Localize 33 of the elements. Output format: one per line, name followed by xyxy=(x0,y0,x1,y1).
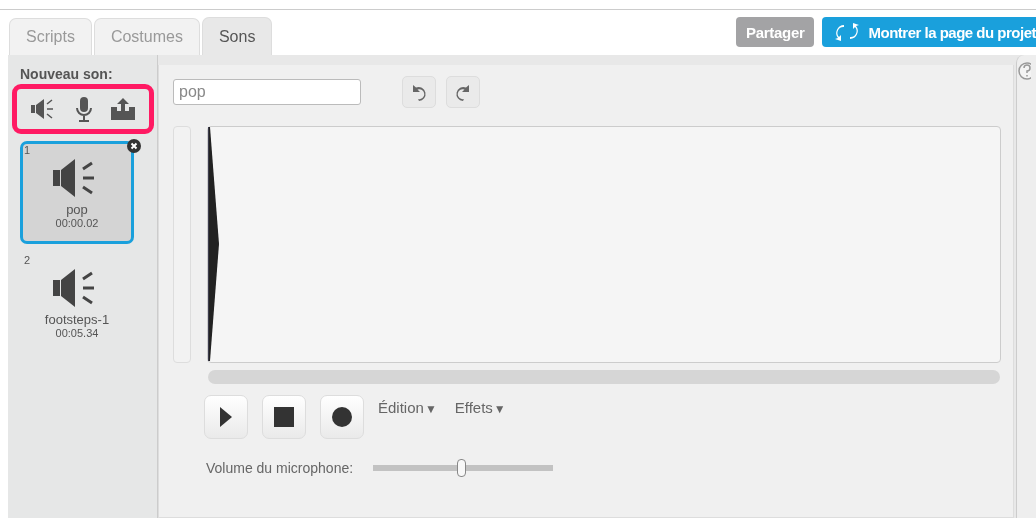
menu-button[interactable]: Effets▼ xyxy=(454,399,506,416)
record-button[interactable] xyxy=(320,395,364,439)
new-sound-label: Nouveau son: xyxy=(20,66,113,82)
sound-name: pop xyxy=(66,202,88,217)
undo-icon xyxy=(410,83,428,101)
sound-duration: 00:00.02 xyxy=(55,217,99,229)
redo-button[interactable] xyxy=(446,76,480,108)
sound-item[interactable]: 2 footsteps-1 00:05.34 xyxy=(20,251,134,354)
sound-index: 1 xyxy=(24,144,31,156)
sound-name-field[interactable]: pop xyxy=(173,79,361,105)
menu-button[interactable]: Édition▼ xyxy=(378,399,437,416)
tab[interactable]: Scripts xyxy=(9,18,92,55)
volume-label: Volume du microphone: xyxy=(206,460,354,476)
sound-item[interactable]: 1 pop 00:00.02 xyxy=(20,141,134,244)
tab[interactable]: Sons xyxy=(201,17,273,55)
play-icon xyxy=(219,407,233,427)
tab[interactable]: Costumes xyxy=(93,18,200,55)
record-icon xyxy=(331,406,353,428)
horizontal-scrollbar[interactable] xyxy=(208,370,1000,384)
delete-icon[interactable] xyxy=(127,139,141,153)
upload-icon[interactable] xyxy=(109,97,137,121)
sound-duration: 00:05.34 xyxy=(55,327,99,339)
microphone-icon[interactable] xyxy=(75,96,93,122)
play-button[interactable] xyxy=(204,395,248,439)
sound-index: 2 xyxy=(24,254,31,266)
sound-name: footsteps-1 xyxy=(44,312,110,327)
slider-thumb[interactable] xyxy=(457,459,467,477)
undo-button[interactable] xyxy=(402,76,436,108)
project-page-button[interactable]: Montrer la page du projet xyxy=(822,17,1036,47)
stop-button[interactable] xyxy=(262,395,306,439)
stop-icon xyxy=(274,407,294,427)
redo-icon xyxy=(454,83,472,101)
help-icon[interactable] xyxy=(1017,61,1031,81)
